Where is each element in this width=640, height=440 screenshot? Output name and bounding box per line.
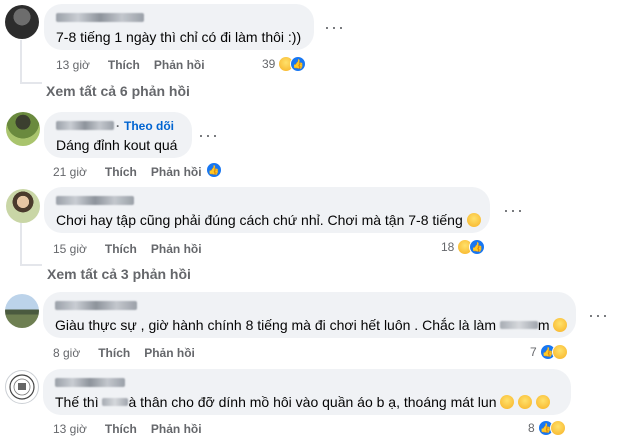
timestamp[interactable]: 15 giờ [53, 242, 87, 256]
view-replies-link[interactable]: Xem tất cả 3 phản hồi [47, 266, 191, 282]
reply-button[interactable]: Phản hồi [154, 58, 205, 72]
comment-meta: 15 giờ Thích Phản hồi [53, 242, 202, 256]
comment-text-end: m [537, 317, 550, 333]
redacted-text [499, 321, 538, 329]
like-button[interactable]: Thích [98, 346, 130, 360]
grinning-emoji-icon [536, 395, 551, 409]
comment-meta: 21 giờ Thích Phản hồi [53, 165, 202, 179]
reaction-summary[interactable]: 39 👍 [262, 56, 307, 72]
like-icon: 👍 [469, 239, 486, 255]
comment-meta: 13 giờ Thích Phản hồi [56, 58, 205, 72]
comment-text-start: Giàu thực sự , giờ hành chính 8 tiếng mà… [55, 317, 496, 333]
laughing-emoji-icon [553, 318, 568, 332]
comment-text-end: à thân cho đỡ dính mồ hôi vào quần áo b … [128, 394, 497, 410]
reaction-summary[interactable]: 7 👍 [530, 344, 568, 360]
reaction-summary[interactable]: 8 👍 [528, 420, 566, 436]
avatar[interactable] [5, 294, 39, 328]
comment-text-content: Chơi hay tập cũng phải đúng cách chứ nhỉ… [56, 212, 463, 228]
view-replies-link[interactable]: Xem tất cả 6 phản hồi [46, 83, 190, 99]
thread-line [20, 222, 22, 264]
like-button[interactable]: Thích [105, 422, 137, 436]
comment-text: 7-8 tiếng 1 ngày thì chỉ có đi làm thôi … [56, 29, 302, 45]
more-options-icon[interactable]: ··· [324, 18, 345, 36]
comment-meta: 8 giờ Thích Phản hồi [53, 346, 195, 360]
commenter-name[interactable]: · Theo dõi [56, 118, 180, 133]
commenter-name[interactable] [55, 298, 564, 313]
reaction-count: 39 [262, 57, 276, 71]
comment-bubble: Thế thì à thân cho đỡ dính mồ hôi vào qu… [43, 369, 571, 415]
comment-bubble: Chơi hay tập cũng phải đúng cách chứ nhỉ… [44, 187, 490, 233]
more-options-icon[interactable]: ··· [588, 306, 609, 324]
more-options-icon[interactable]: ··· [198, 126, 219, 144]
reply-button[interactable]: Phản hồi [151, 422, 202, 436]
redacted-text [102, 398, 129, 406]
comment-text: Dáng đỉnh kout quá [56, 137, 178, 153]
comment-meta: 13 giờ Thích Phản hồi [53, 422, 202, 436]
avatar[interactable] [6, 189, 40, 223]
reply-button[interactable]: Phản hồi [151, 242, 202, 256]
timestamp[interactable]: 21 giờ [53, 165, 87, 179]
grinning-emoji-icon [500, 395, 515, 409]
grinning-emoji-icon [518, 395, 533, 409]
reaction-count: 18 [441, 240, 455, 254]
like-button[interactable]: Thích [105, 242, 137, 256]
more-options-icon[interactable]: ··· [503, 201, 524, 219]
avatar[interactable] [5, 370, 39, 404]
like-button[interactable]: Thích [108, 58, 140, 72]
school-logo-icon [9, 374, 35, 400]
comment-text: Giàu thực sự , giờ hành chính 8 tiếng mà… [55, 316, 568, 334]
reply-button[interactable]: Phản hồi [144, 346, 195, 360]
comment-bubble: · Theo dõi Dáng đỉnh kout quá [44, 112, 192, 158]
reaction-summary[interactable]: 18 👍 [441, 239, 486, 255]
like-button[interactable]: Thích [105, 165, 137, 179]
commenter-name[interactable] [55, 375, 559, 390]
comment-text-start: Thế thì [55, 394, 99, 410]
timestamp[interactable]: 13 giờ [56, 58, 90, 72]
like-icon: 👍 [290, 56, 307, 72]
timestamp[interactable]: 8 giờ [53, 346, 80, 360]
haha-icon [549, 420, 566, 436]
follow-button[interactable]: Theo dõi [124, 119, 174, 133]
commenter-name[interactable] [56, 193, 478, 208]
avatar[interactable] [5, 5, 39, 39]
reaction-count: 8 [528, 421, 535, 435]
commenter-name[interactable] [56, 10, 302, 25]
like-icon: 👍 [206, 162, 222, 178]
haha-icon [551, 344, 568, 360]
avatar[interactable] [6, 112, 40, 146]
thread-line [20, 40, 22, 82]
comment-text: Chơi hay tập cũng phải đúng cách chứ nhỉ… [56, 211, 481, 229]
thread-line [20, 264, 42, 266]
laughing-emoji-icon [466, 213, 481, 227]
comment-bubble: 7-8 tiếng 1 ngày thì chỉ có đi làm thôi … [44, 4, 314, 50]
reply-button[interactable]: Phản hồi [151, 165, 202, 179]
timestamp[interactable]: 13 giờ [53, 422, 87, 436]
reaction-count: 7 [530, 345, 537, 359]
thread-line [20, 82, 42, 84]
reaction-summary[interactable]: 👍 [206, 162, 222, 178]
comment-text: Thế thì à thân cho đỡ dính mồ hôi vào qu… [55, 393, 559, 411]
comment-bubble: Giàu thực sự , giờ hành chính 8 tiếng mà… [43, 292, 576, 338]
